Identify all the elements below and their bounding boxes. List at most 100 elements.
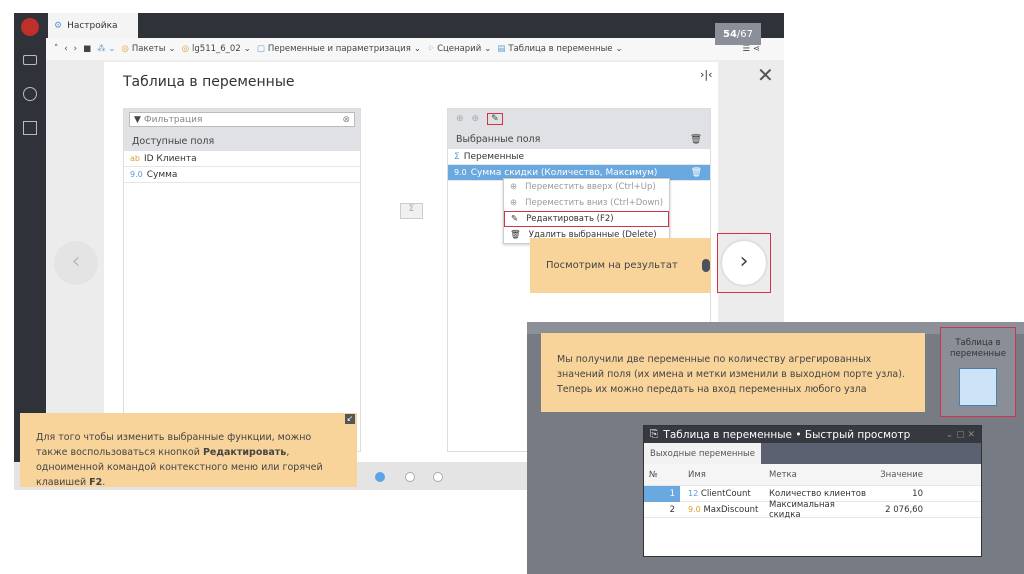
breadcrumb-scenario[interactable]: ⁘ Сценарий ⌄ xyxy=(427,44,491,54)
breadcrumb-packages[interactable]: ◎ Пакеты ⌄ xyxy=(121,44,175,54)
pager-dot[interactable] xyxy=(433,472,443,482)
breadcrumb-label: lg511_6_02 xyxy=(192,44,241,54)
counter-total: /67 xyxy=(736,28,753,40)
breadcrumb-module[interactable]: ▢ Переменные и параметризация ⌄ xyxy=(257,44,421,54)
slide-counter: 54/67 xyxy=(715,23,761,45)
delete-all-icon[interactable]: 🗑 xyxy=(690,134,702,145)
window-controls[interactable]: ⌄ ▢ ✕ xyxy=(946,430,975,440)
table-to-variables-node[interactable] xyxy=(959,368,997,406)
number-type-icon: 9.0 xyxy=(454,168,467,177)
pager-dot[interactable] xyxy=(405,472,415,482)
pencil-icon: ✎ xyxy=(511,214,519,224)
node-highlight: Таблица в переменные xyxy=(940,327,1016,417)
move-up-icon[interactable]: ⊕ xyxy=(456,114,464,124)
group-label: Переменные xyxy=(463,151,524,162)
breadcrumb-node[interactable]: ▤ Таблица в переменные ⌄ xyxy=(497,44,622,54)
pager-dot-active[interactable] xyxy=(375,472,385,482)
field-label: ID Клиента xyxy=(143,153,197,164)
collapse-icon[interactable]: ›|‹ xyxy=(700,68,713,81)
close-icon[interactable]: ✕ xyxy=(757,63,774,87)
edit-button[interactable]: ✎ xyxy=(487,113,503,125)
prev-slide-button[interactable]: ‹ xyxy=(54,241,98,285)
back-icon[interactable]: ‹ xyxy=(64,44,67,54)
row-number: 1 xyxy=(644,485,680,502)
quick-view-dialog: ⎘ Таблица в переменные • Быстрый просмотр… xyxy=(643,425,982,557)
table-header: № Имя Метка Значение xyxy=(644,464,981,486)
var-value: 10 xyxy=(912,488,923,499)
dialog-title: Таблица в переменные • Быстрый просмотр xyxy=(663,428,911,441)
tooltip-text: Посмотрим на результат xyxy=(546,260,678,271)
menu-item-move-up[interactable]: ⊕ Переместить вверх (Ctrl+Up) xyxy=(504,179,669,195)
top-bar xyxy=(46,13,784,38)
number-type-icon: 9.0 xyxy=(130,170,143,179)
group-row[interactable]: Σ Переменные xyxy=(448,149,710,165)
tab-label: Настройка xyxy=(67,20,118,31)
column-header: Имя xyxy=(688,469,706,480)
toolbar: ˄ ‹ › ■ ⁂ ⌄ ◎ Пакеты ⌄ ◎ lg511_6_02 ⌄ ▢ Переме… xyxy=(46,38,784,60)
tab-output-variables[interactable]: Выходные переменные xyxy=(644,443,761,464)
breadcrumb-label: Пакеты xyxy=(131,44,166,54)
menu-item-move-down[interactable]: ⊕ Переместить вниз (Ctrl+Down) xyxy=(504,195,669,211)
add-aggregate-button[interactable]: Σ xyxy=(400,203,423,219)
menu-label: Переместить вверх (Ctrl+Up) xyxy=(525,182,656,192)
sigma-icon: Σ xyxy=(454,151,460,162)
clear-icon[interactable]: ⊗ xyxy=(342,115,350,125)
string-type-icon: ab xyxy=(130,154,140,163)
move-down-icon[interactable]: ⊕ xyxy=(472,114,480,124)
expand-icon[interactable]: ↙ xyxy=(345,414,355,424)
forward-icon[interactable]: › xyxy=(74,44,77,54)
arrow-down-icon: ⊕ xyxy=(510,198,518,208)
note-left: Для того чтобы изменить выбранные функци… xyxy=(20,413,357,488)
selected-fields-header: Выбранные поля xyxy=(456,133,541,145)
menu-item-edit[interactable]: ✎ Редактировать (F2) xyxy=(504,211,669,227)
filter-input[interactable]: ▼ Фильтрация ⊗ xyxy=(129,112,355,127)
filter-placeholder: Фильтрация xyxy=(143,114,203,125)
var-value: 2 076,60 xyxy=(885,504,923,515)
var-label: Максимальная скидка xyxy=(769,499,835,520)
available-fields-header: Доступные поля xyxy=(124,131,360,151)
scenario-icon: ⁘ xyxy=(426,44,435,54)
counter-current: 54 xyxy=(722,28,737,40)
package-icon: ◎ xyxy=(181,44,190,54)
note-bold: Редактировать xyxy=(202,447,287,458)
breadcrumb-package[interactable]: ◎ lg511_6_02 ⌄ xyxy=(182,44,251,54)
var-label: Количество клиентов xyxy=(769,488,867,499)
cap-icon[interactable] xyxy=(23,55,37,65)
note-bold: F2 xyxy=(89,477,103,488)
tooltip-result: Посмотрим на результат xyxy=(530,238,711,293)
hierarchy-icon[interactable]: ⁂ ⌄ xyxy=(97,44,115,54)
menu-label: Переместить вниз (Ctrl+Down) xyxy=(525,198,664,208)
node-icon: ▤ xyxy=(497,44,506,54)
context-menu: ⊕ Переместить вверх (Ctrl+Up) ⊕ Переместит… xyxy=(503,178,670,244)
list-item[interactable]: ab ID Клиента xyxy=(124,151,360,167)
field-label: Сумма xyxy=(146,169,178,180)
up-icon[interactable]: ˄ xyxy=(54,44,58,54)
var-name: MaxDiscount xyxy=(703,504,759,515)
gear-icon: ⚙ xyxy=(54,20,63,31)
var-name: ClientCount xyxy=(700,488,751,499)
menu-icon[interactable]: ☰ ⋖ xyxy=(743,44,760,54)
next-slide-button[interactable]: › xyxy=(722,241,766,285)
column-header: № xyxy=(649,469,658,480)
preview-icon: ⎘ xyxy=(650,428,659,440)
list-item[interactable]: 9.0 Сумма xyxy=(124,167,360,183)
logo-icon xyxy=(21,18,39,36)
breadcrumb-label: Переменные и параметризация xyxy=(267,44,411,54)
field-label: Сумма скидки (Количество, Максимум) xyxy=(470,167,658,178)
calendar-icon[interactable] xyxy=(23,121,37,135)
arrow-up-icon: ⊕ xyxy=(510,182,518,192)
mouse-icon xyxy=(701,259,710,272)
module-icon: ▢ xyxy=(256,44,265,54)
breadcrumb-label: Сценарий xyxy=(437,44,482,54)
delete-icon[interactable]: 🗑 xyxy=(691,168,702,178)
column-header: Значение xyxy=(880,469,923,480)
tab-settings[interactable]: ⚙ Настройка xyxy=(48,13,138,38)
breadcrumb-label: Таблица в переменные xyxy=(508,44,613,54)
save-icon[interactable]: ■ xyxy=(83,44,91,54)
table-row[interactable]: 2 9.0 MaxDiscount Максимальная скидка 2 … xyxy=(644,499,981,520)
float-type-icon: 9.0 xyxy=(688,504,701,514)
row-number: 2 xyxy=(669,504,675,515)
compass-icon[interactable] xyxy=(23,87,37,101)
int-type-icon: 12 xyxy=(688,488,699,498)
package-icon: ◎ xyxy=(121,44,129,54)
